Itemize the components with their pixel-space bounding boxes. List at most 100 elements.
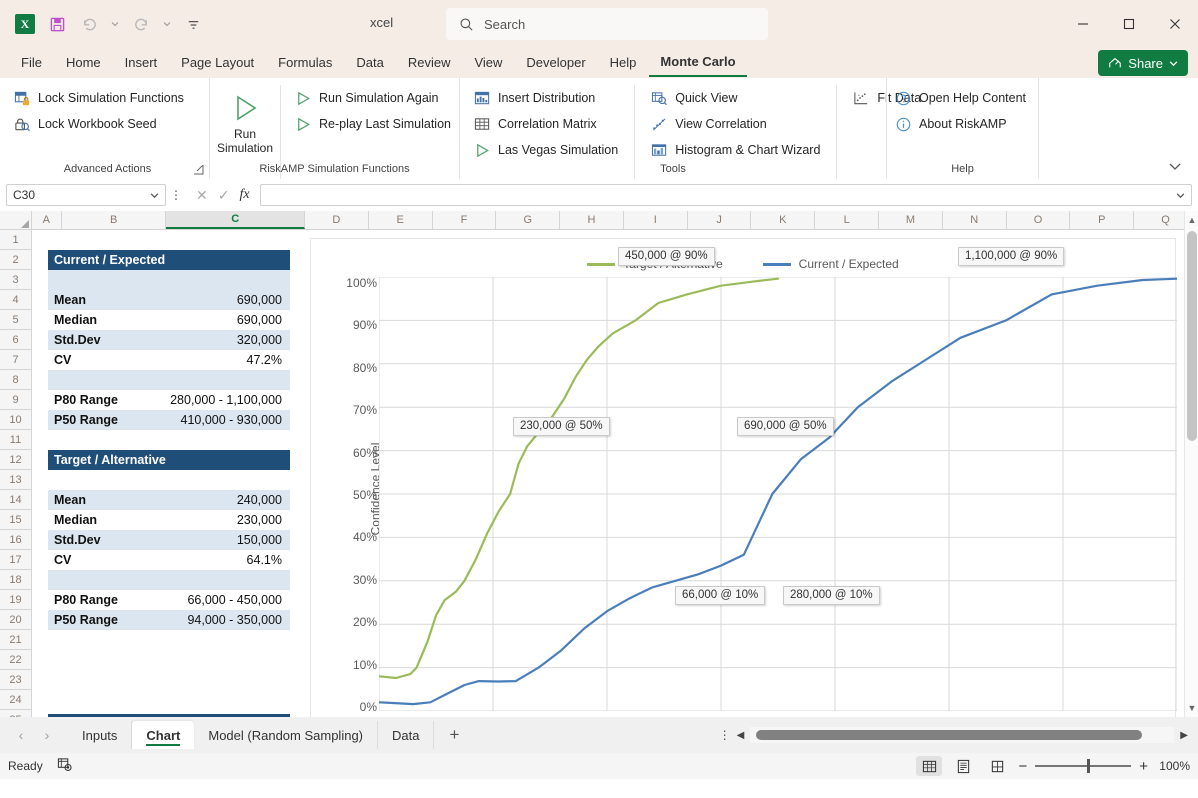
ribbon-tab-developer[interactable]: Developer [515,50,596,76]
row-header-5[interactable]: 5 [0,310,31,330]
expand-formula-bar-icon[interactable] [1176,191,1185,200]
column-header-K[interactable]: K [751,211,815,229]
redo-dropdown-icon[interactable] [158,10,176,38]
lock-simulation-functions-button[interactable]: Lock Simulation Functions [6,85,209,111]
close-button[interactable] [1152,0,1198,48]
scroll-left-icon[interactable]: ◀ [737,730,745,741]
about-riskamp-button[interactable]: About RiskAMP [887,111,1038,137]
row-header-24[interactable]: 24 [0,690,31,710]
column-header-E[interactable]: E [369,211,433,229]
share-button[interactable]: Share [1098,50,1188,76]
row-header-13[interactable]: 13 [0,470,31,490]
record-macro-icon[interactable] [57,757,72,775]
row-header-25[interactable]: 25 [0,710,31,717]
ribbon-tab-help[interactable]: Help [599,50,648,76]
name-box[interactable]: C30 [6,184,166,206]
undo-dropdown-icon[interactable] [106,10,124,38]
row-header-3[interactable]: 3 [0,270,31,290]
zoom-slider[interactable] [1035,765,1131,767]
lock-workbook-seed-button[interactable]: Lock Workbook Seed [6,111,209,137]
zoom-in-button[interactable]: + [1139,758,1148,775]
view-correlation-button[interactable]: View Correlation [643,111,828,137]
save-icon[interactable] [42,10,72,38]
ribbon-tab-home[interactable]: Home [55,50,112,76]
row-header-20[interactable]: 20 [0,610,31,630]
ribbon-tab-insert[interactable]: Insert [114,50,169,76]
horizontal-scrollbar[interactable]: ⋮ ◀ ▶ [719,727,1188,743]
column-header-H[interactable]: H [560,211,624,229]
horizontal-scroll-thumb[interactable] [756,730,1142,740]
page-break-view-button[interactable] [984,756,1010,776]
collapse-ribbon-button[interactable] [1168,159,1184,175]
column-header-M[interactable]: M [879,211,943,229]
sheet-tab-chart[interactable]: Chart [132,721,194,749]
row-header-23[interactable]: 23 [0,670,31,690]
column-header-J[interactable]: J [688,211,752,229]
insert-distribution-button[interactable]: Insert Distribution [466,85,626,111]
row-header-15[interactable]: 15 [0,510,31,530]
row-header-22[interactable]: 22 [0,650,31,670]
insert-function-icon[interactable]: fx [239,187,249,203]
column-header-O[interactable]: O [1007,211,1071,229]
column-header-L[interactable]: L [815,211,879,229]
row-header-21[interactable]: 21 [0,630,31,650]
redo-icon[interactable] [126,10,156,38]
column-header-G[interactable]: G [496,211,560,229]
scroll-down-icon[interactable]: ▼ [1185,700,1198,716]
run-simulation-again-button[interactable]: Run Simulation Again [287,85,459,111]
row-header-9[interactable]: 9 [0,390,31,410]
row-header-17[interactable]: 17 [0,550,31,570]
row-header-6[interactable]: 6 [0,330,31,350]
ribbon-tab-review[interactable]: Review [397,50,462,76]
row-header-7[interactable]: 7 [0,350,31,370]
scroll-right-icon[interactable]: ▶ [1180,730,1188,741]
column-header-D[interactable]: D [305,211,369,229]
correlation-matrix-button[interactable]: Correlation Matrix [466,111,626,137]
zoom-slider-knob[interactable] [1087,759,1090,773]
row-header-14[interactable]: 14 [0,490,31,510]
ribbon-tab-data[interactable]: Data [345,50,394,76]
advanced-actions-dialog-launcher[interactable] [193,164,204,175]
undo-icon[interactable] [74,10,104,38]
maximize-button[interactable] [1106,0,1152,48]
column-header-I[interactable]: I [624,211,688,229]
quick-view-button[interactable]: Quick View [643,85,828,111]
formula-bar-options-icon[interactable]: ⋮ [166,188,186,202]
add-sheet-button[interactable]: + [434,725,474,745]
ribbon-tab-formulas[interactable]: Formulas [267,50,343,76]
minimize-button[interactable] [1060,0,1106,48]
row-header-16[interactable]: 16 [0,530,31,550]
column-header-B[interactable]: B [62,211,167,229]
column-header-N[interactable]: N [943,211,1007,229]
row-header-1[interactable]: 1 [0,230,31,250]
ribbon-tab-view[interactable]: View [463,50,513,76]
ribbon-tab-file[interactable]: File [10,50,53,76]
row-header-10[interactable]: 10 [0,410,31,430]
next-sheet-button[interactable]: › [36,724,58,746]
row-header-19[interactable]: 19 [0,590,31,610]
row-header-11[interactable]: 11 [0,430,31,450]
horizontal-scroll-track[interactable] [750,727,1174,743]
zoom-level-label[interactable]: 100% [1156,759,1190,773]
normal-view-button[interactable] [916,756,942,776]
row-header-8[interactable]: 8 [0,370,31,390]
sheet-tab-data[interactable]: Data [378,721,434,749]
confirm-edit-icon[interactable]: ✓ [218,187,230,204]
row-header-4[interactable]: 4 [0,290,31,310]
sheet-tab-model-random-sampling[interactable]: Model (Random Sampling) [194,721,378,749]
column-header-A[interactable]: A [32,211,62,229]
legend-item-current-expected[interactable]: Current / Expected [763,257,899,271]
search-input[interactable]: Search [446,8,768,40]
row-header-18[interactable]: 18 [0,570,31,590]
page-layout-view-button[interactable] [950,756,976,776]
sheet-tab-inputs[interactable]: Inputs [68,721,132,749]
scrollbar-grip-icon[interactable]: ⋮ [719,728,731,742]
open-help-content-button[interactable]: Open Help Content [887,85,1038,111]
replay-last-simulation-button[interactable]: Re-play Last Simulation [287,111,459,137]
row-header-2[interactable]: 2 [0,250,31,270]
zoom-out-button[interactable]: − [1018,758,1027,775]
ribbon-tab-monte-carlo[interactable]: Monte Carlo [649,49,746,77]
cancel-edit-icon[interactable]: ✕ [196,187,208,204]
cell-area[interactable]: Current / Expected Mean 690,000 Median 6… [32,230,1198,717]
vertical-scroll-thumb[interactable] [1187,231,1197,441]
